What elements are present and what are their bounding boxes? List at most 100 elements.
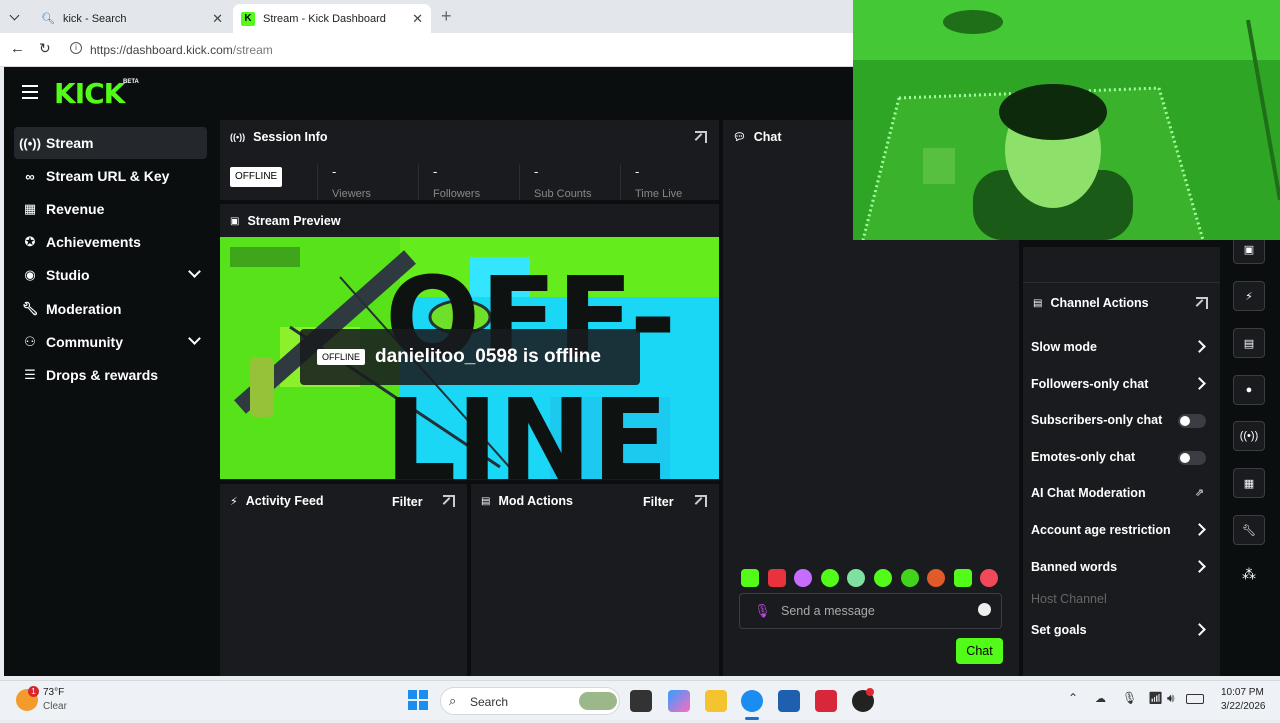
banned-words-item[interactable]: Banned words xyxy=(1031,549,1216,585)
chevron-up-icon[interactable]: ⌃ xyxy=(1068,691,1078,705)
taskbar-search-box[interactable]: ⌕ Search xyxy=(440,687,620,715)
emote-icon[interactable] xyxy=(953,569,972,587)
tab-list-chevron-icon[interactable] xyxy=(8,10,22,24)
close-tab-icon[interactable]: ✕ xyxy=(412,11,423,27)
broadcast-rail-button[interactable]: ((•)) xyxy=(1233,421,1265,451)
panel-header: ▤ Mod Actions xyxy=(471,484,719,518)
stat-label: Sub Counts xyxy=(534,188,592,200)
stat-label: Viewers xyxy=(332,188,371,200)
sidebar-item-community[interactable]: ⚇ Community xyxy=(14,326,207,358)
file-explorer-icon[interactable] xyxy=(705,690,727,712)
subscribers-only-toggle[interactable] xyxy=(1178,414,1206,428)
new-tab-icon[interactable]: + xyxy=(441,6,452,27)
account-age-item[interactable]: Account age restriction xyxy=(1031,512,1216,548)
reload-icon[interactable]: ↻ xyxy=(39,40,51,57)
ai-chat-moderation-item[interactable]: AI Chat Moderation ⇗ xyxy=(1031,475,1216,511)
tab-kick-dashboard[interactable]: K Stream - Kick Dashboard ✕ xyxy=(233,4,431,33)
sidebar-item-achievements[interactable]: ✪ Achievements xyxy=(14,226,207,258)
stat-sub-counts: - Sub Counts xyxy=(519,164,619,200)
chevron-down-icon[interactable] xyxy=(188,332,201,345)
chevron-down-icon[interactable] xyxy=(188,265,201,278)
followers-only-item[interactable]: Followers-only chat xyxy=(1031,366,1216,402)
url-field[interactable]: i https://dashboard.kick.com/stream xyxy=(64,37,853,63)
panel-header: ⚡︎ Activity Feed xyxy=(220,484,467,518)
action-label: Host Channel xyxy=(1031,592,1107,606)
sidebar-item-label: Revenue xyxy=(46,201,105,217)
sidebar-item-stream-url-key[interactable]: ∞ Stream URL & Key xyxy=(14,160,207,192)
sidebar-item-moderation[interactable]: 🔧︎ Moderation xyxy=(14,293,207,325)
copilot-icon[interactable] xyxy=(668,690,690,712)
community-rail-icon[interactable]: ⁂ xyxy=(1242,566,1256,583)
panel-header: ▤ Channel Actions xyxy=(1023,286,1220,320)
action-label: Followers-only chat xyxy=(1031,377,1149,391)
clock-date[interactable]: 3/22/2026 xyxy=(1221,701,1266,712)
speech-bubble-icon: ● xyxy=(1245,384,1253,396)
popout-icon[interactable] xyxy=(695,495,707,507)
chat-message-input[interactable]: 🎙︎ Send a message xyxy=(739,593,1002,629)
popout-icon[interactable] xyxy=(1196,297,1208,309)
emote-icon[interactable] xyxy=(794,569,813,587)
windows-start-icon[interactable] xyxy=(408,690,428,710)
wifi-icon[interactable]: 📶︎ xyxy=(1148,691,1163,705)
wrench-rail-button[interactable]: 🔧︎ xyxy=(1233,515,1265,545)
kick-logo[interactable]: KICK xyxy=(54,77,125,110)
volume-icon[interactable]: 🔊︎ xyxy=(1167,691,1175,706)
action-label: Set goals xyxy=(1031,623,1087,637)
task-view-icon[interactable] xyxy=(630,690,652,712)
clock-time[interactable]: 10:07 PM xyxy=(1221,687,1264,698)
emote-icon[interactable] xyxy=(767,569,786,587)
chat-rail-button[interactable]: ● xyxy=(1233,375,1265,405)
battery-icon[interactable] xyxy=(1186,694,1204,704)
emote-icon[interactable] xyxy=(927,569,946,587)
slow-mode-item[interactable]: Slow mode xyxy=(1031,329,1216,365)
emote-icon[interactable] xyxy=(741,569,759,587)
store-icon[interactable] xyxy=(778,690,800,712)
emoji-picker-icon[interactable] xyxy=(978,603,991,616)
microphone-icon[interactable]: 🎙︎ xyxy=(1122,691,1137,705)
url-path: /stream xyxy=(232,43,273,57)
sidebar-item-studio[interactable]: ◉ Studio xyxy=(14,259,207,291)
subscribers-only-item[interactable]: Subscribers-only chat xyxy=(1031,402,1216,438)
back-arrow-icon[interactable]: ← xyxy=(10,40,25,57)
people-icon: ⚇ xyxy=(24,334,36,349)
panel-title: Session Info xyxy=(253,130,328,144)
filter-button[interactable]: Filter xyxy=(643,495,674,509)
app-icon[interactable] xyxy=(815,690,837,712)
lightning-rail-button[interactable]: ⚡︎ xyxy=(1233,281,1265,311)
popout-icon[interactable] xyxy=(443,495,455,507)
offline-status-badge: OFFLINE xyxy=(230,167,283,187)
tab-kick-search[interactable]: 🔍︎ kick - Search ✕ xyxy=(33,4,231,33)
edge-browser-icon[interactable] xyxy=(741,690,763,712)
broadcast-icon: ((•)) xyxy=(230,132,246,142)
emote-icon[interactable] xyxy=(873,569,892,587)
calendar-rail-button[interactable]: ▦ xyxy=(1233,468,1265,498)
microphone-icon[interactable]: 🎙︎ xyxy=(754,603,771,619)
panel-header: ((•)) Session Info xyxy=(220,120,719,154)
lightning-icon: ⚡︎ xyxy=(1245,290,1253,303)
close-tab-icon[interactable]: ✕ xyxy=(212,11,223,27)
sidebar-item-stream[interactable]: ((•)) Stream xyxy=(14,127,207,159)
panel-header: ▣ Stream Preview xyxy=(220,204,719,238)
emote-icon[interactable] xyxy=(900,569,919,587)
chevron-right-icon xyxy=(1193,523,1206,536)
emote-icon[interactable] xyxy=(847,569,866,587)
stat-followers: - Followers xyxy=(418,164,518,200)
popout-icon[interactable] xyxy=(695,131,707,143)
taskbar-search-label: Search xyxy=(470,695,509,709)
hamburger-menu-icon[interactable] xyxy=(22,85,38,99)
network-icon[interactable]: ☁ xyxy=(1095,692,1106,705)
sidebar-item-revenue[interactable]: ▦ Revenue xyxy=(14,193,207,225)
document-rail-button[interactable]: ▤ xyxy=(1233,328,1265,358)
send-chat-button[interactable]: Chat xyxy=(956,638,1003,664)
search-highlight-image xyxy=(579,692,617,710)
filter-button[interactable]: Filter xyxy=(392,495,423,509)
info-icon[interactable]: i xyxy=(70,42,82,54)
url-host: https://dashboard.kick.com xyxy=(90,43,233,57)
sidebar-item-drops-rewards[interactable]: ☰ Drops & rewards xyxy=(14,359,207,391)
emotes-only-toggle[interactable] xyxy=(1178,451,1206,465)
emote-icon[interactable] xyxy=(980,569,999,587)
set-goals-item[interactable]: Set goals xyxy=(1031,612,1216,648)
emote-icon[interactable] xyxy=(820,569,839,587)
webcam-feed xyxy=(853,0,1280,240)
emotes-only-item[interactable]: Emotes-only chat xyxy=(1031,439,1216,475)
